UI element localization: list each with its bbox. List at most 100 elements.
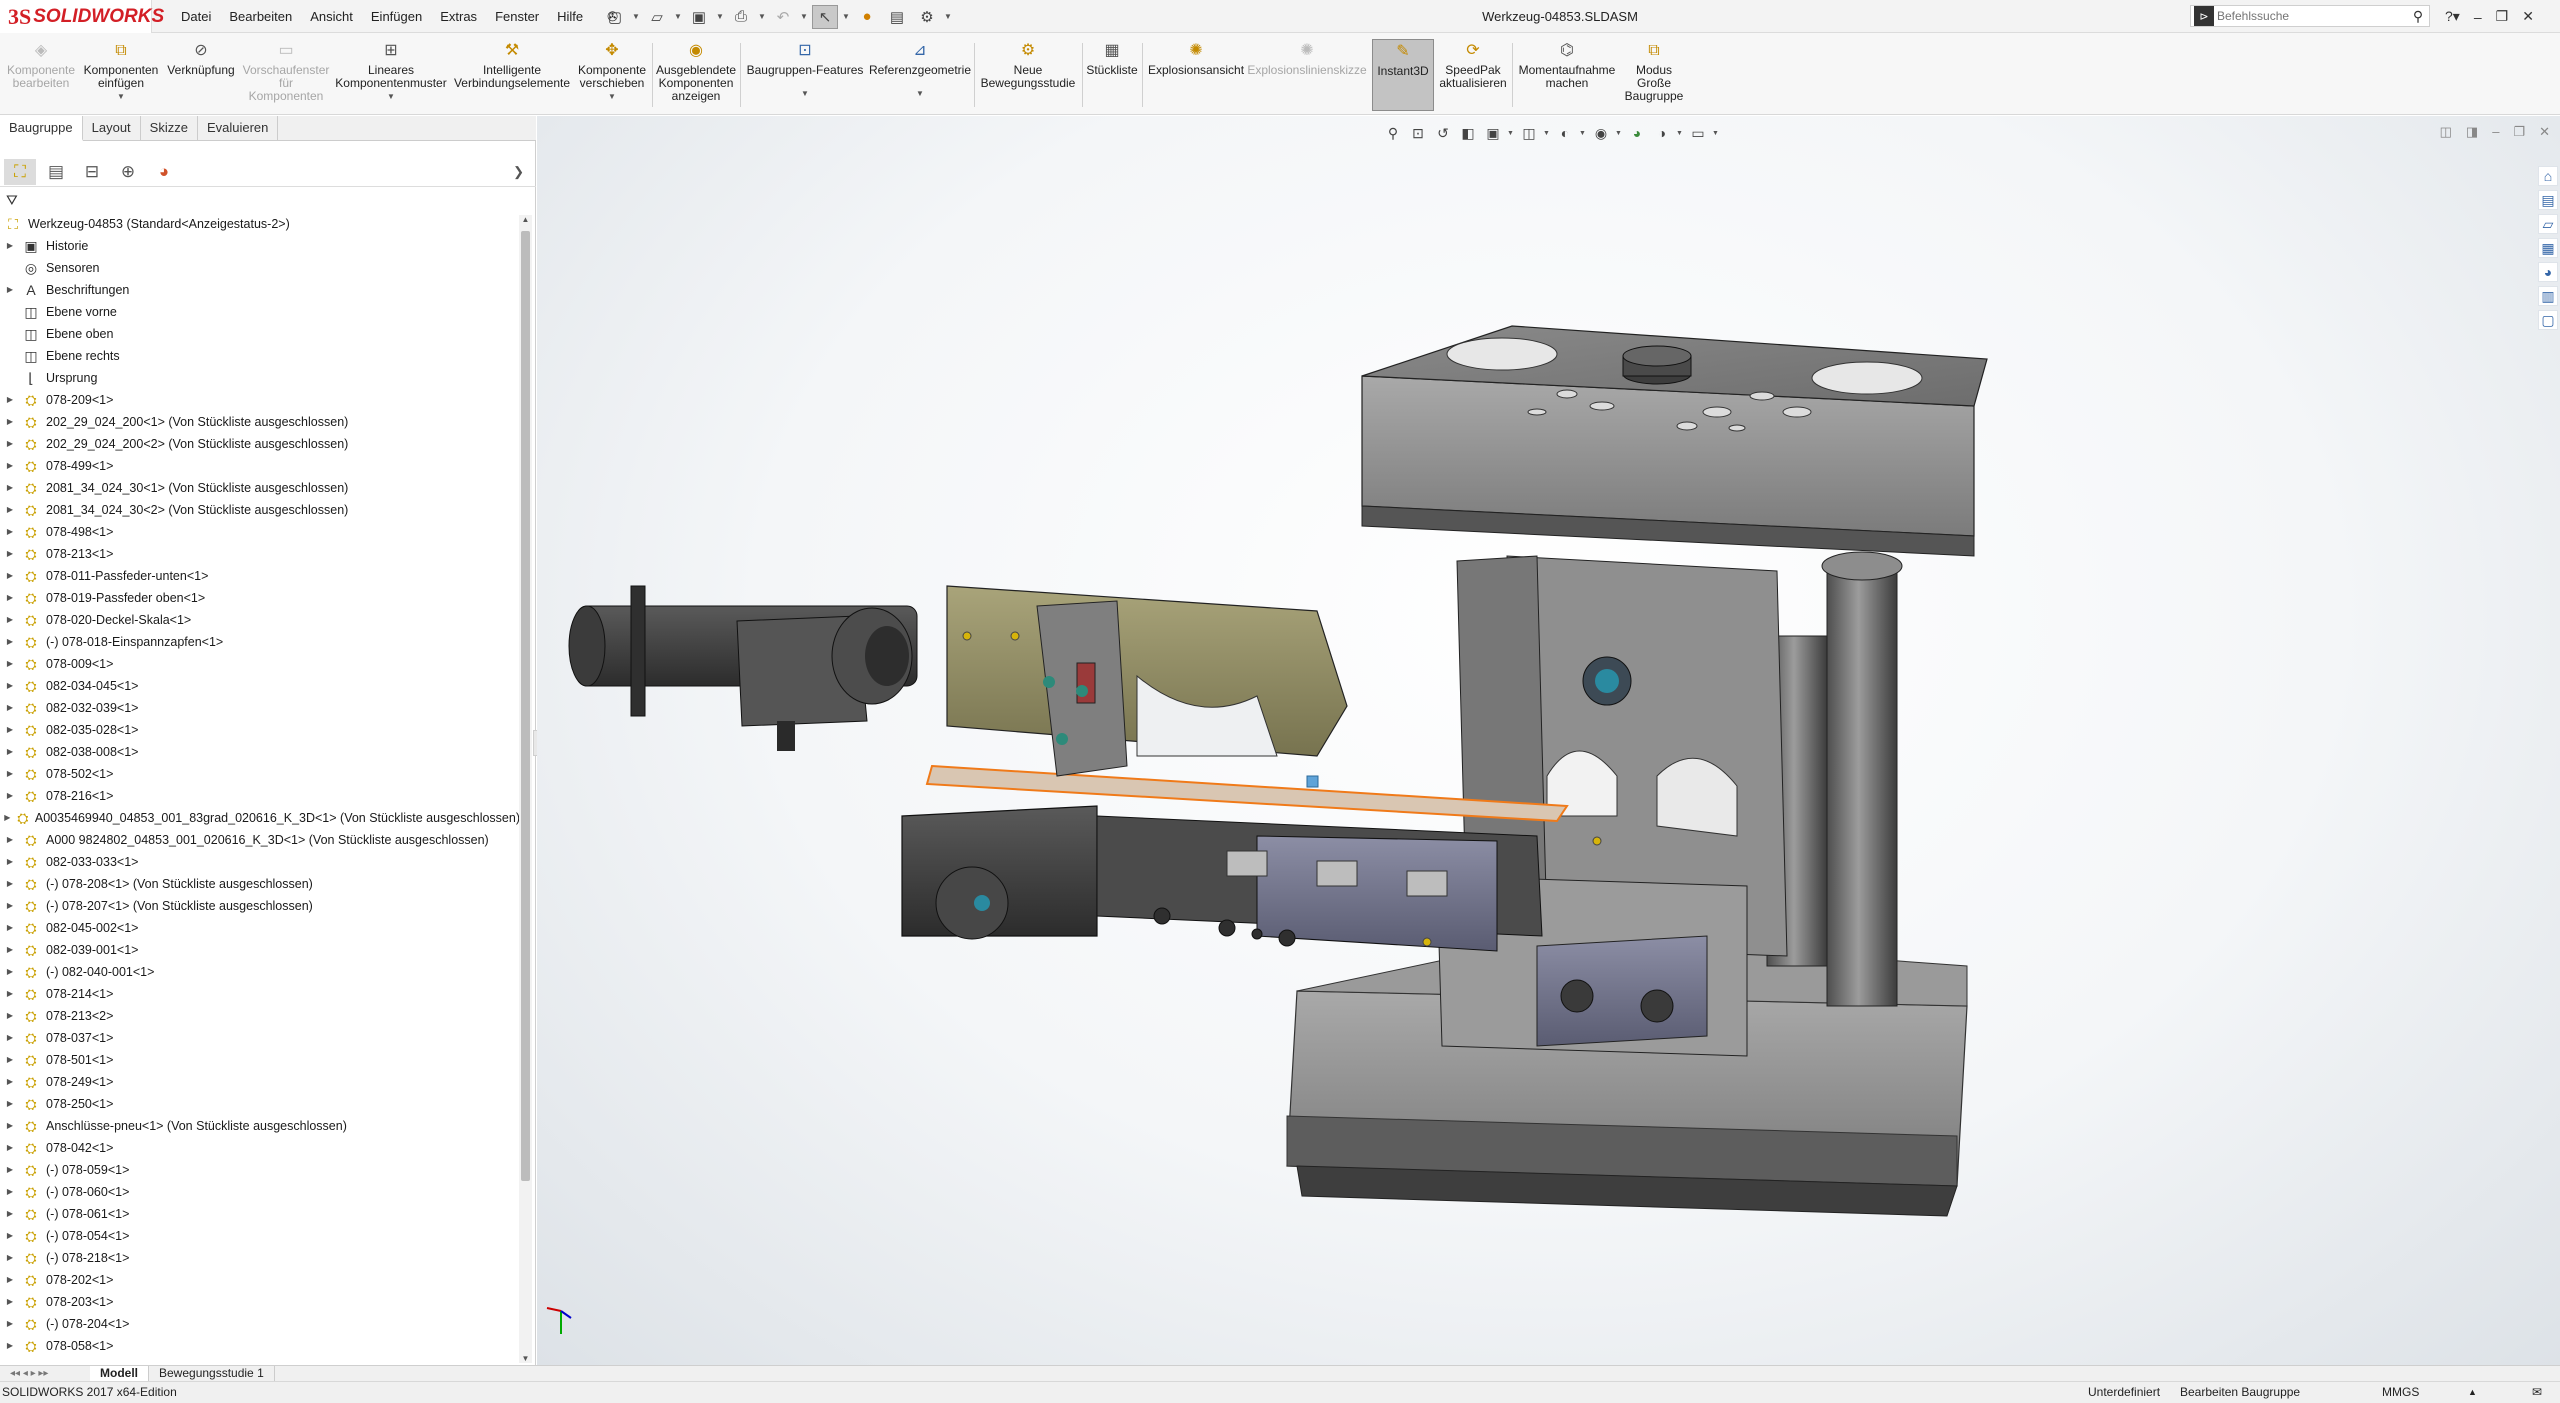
tree-item[interactable]: ▶ ⛭ 078-501<1>	[0, 1049, 520, 1071]
options-dropdown-icon[interactable]: ▼	[944, 12, 952, 21]
linear-pattern-button[interactable]: ⊞ Lineares Komponentenmuster ▼	[334, 39, 448, 111]
tab-skizze[interactable]: Skizze	[141, 116, 198, 141]
expand-arrow-icon[interactable]: ▶	[0, 1027, 20, 1049]
exploded-view-button[interactable]: ✺ Explosionsansicht	[1146, 39, 1246, 111]
tree-item[interactable]: ▶ ⛭ 078-009<1>	[0, 653, 520, 675]
print-dropdown-icon[interactable]: ▼	[758, 12, 766, 21]
assembly-features-dropdown-icon[interactable]: ▼	[801, 87, 809, 100]
units-dropdown-icon[interactable]: ▲	[2468, 1382, 2477, 1403]
tree-item[interactable]: ⌊ Ursprung	[0, 367, 520, 389]
view-palette-icon[interactable]: ▦	[2538, 238, 2558, 258]
tree-item[interactable]: ▶ ⛭ 078-213<2>	[0, 1005, 520, 1027]
expand-arrow-icon[interactable]: ▶	[0, 1093, 20, 1115]
select-dropdown-icon[interactable]: ▼	[842, 12, 850, 21]
linear-pattern-dropdown-icon[interactable]: ▼	[387, 90, 395, 103]
expand-arrow-icon[interactable]: ▶	[0, 961, 20, 983]
expand-arrow-icon[interactable]: ▶	[0, 653, 20, 675]
scroll-up-icon[interactable]: ▲	[519, 215, 532, 224]
expand-arrow-icon[interactable]: ▶	[0, 587, 20, 609]
unit-system[interactable]: MMGS	[2382, 1382, 2419, 1403]
explode-line-sketch-button[interactable]: ✺ Explosionslinienskizze	[1247, 39, 1366, 111]
configuration-manager-icon[interactable]: ⊟	[76, 159, 108, 185]
open-dropdown-icon[interactable]: ▼	[674, 12, 682, 21]
edit-component-button[interactable]: ◈ Komponente bearbeiten	[6, 39, 76, 111]
feature-manager-tree-icon[interactable]: ⛶	[4, 158, 36, 185]
expand-arrow-icon[interactable]: ▶	[0, 499, 20, 521]
tree-item[interactable]: ▶ ⛭ 078-209<1>	[0, 389, 520, 411]
expand-arrow-icon[interactable]: ▶	[0, 631, 20, 653]
assembly-features-button[interactable]: ⊡ Baugruppen-Features ▼	[744, 39, 866, 111]
traffic-light-icon[interactable]: ●	[854, 5, 880, 29]
expand-arrow-icon[interactable]: ▶	[0, 829, 20, 851]
tree-item[interactable]: ▶ ⛭ (-) 078-208<1> (Von Stückliste ausgesc…	[0, 873, 520, 895]
tree-item[interactable]: ▶ ⛭ (-) 082-040-001<1>	[0, 961, 520, 983]
expand-arrow-icon[interactable]: ▶	[0, 1137, 20, 1159]
expand-arrow-icon[interactable]: ▶	[0, 1203, 20, 1225]
options-gear-icon[interactable]: ⚙	[914, 5, 940, 29]
tree-item[interactable]: ▶ ▣ Historie	[0, 235, 520, 257]
tree-item[interactable]: ▶ ⛭ 078-058<1>	[0, 1335, 520, 1357]
print-icon[interactable]: ⎙	[728, 5, 754, 29]
tree-scrollbar[interactable]: ▲ ▼	[519, 215, 532, 1363]
tree-item[interactable]: ▶ ⛭ 082-034-045<1>	[0, 675, 520, 697]
expand-arrow-icon[interactable]: ▶	[0, 675, 20, 697]
tree-item[interactable]: ▶ ⛭ 078-216<1>	[0, 785, 520, 807]
expand-arrow-icon[interactable]: ▶	[0, 873, 20, 895]
dimxpert-icon[interactable]: ⊕	[112, 159, 144, 185]
mate-button[interactable]: ⊘ Verknüpfung	[164, 39, 238, 111]
tree-item[interactable]: ▶ ⛭ (-) 078-018-Einspannzapfen<1>	[0, 631, 520, 653]
tree-item[interactable]: ▶ ⛭ (-) 078-059<1>	[0, 1159, 520, 1181]
menu-einfuegen[interactable]: Einfügen	[362, 9, 431, 24]
display-manager-icon[interactable]: ◕	[148, 159, 180, 185]
expand-arrow-icon[interactable]: ▶	[0, 609, 20, 631]
large-assembly-mode-button[interactable]: ⧉ Modus Große Baugruppe	[1620, 39, 1688, 111]
status-message-icon[interactable]: ✉	[2532, 1382, 2542, 1403]
tree-item[interactable]: ▶ ⛭ 2081_34_024_30<1> (Von Stückliste ausg…	[0, 477, 520, 499]
reference-geometry-dropdown-icon[interactable]: ▼	[916, 87, 924, 100]
tree-item[interactable]: ◎ Sensoren	[0, 257, 520, 279]
expand-arrow-icon[interactable]: ▶	[0, 741, 20, 763]
tab-modell[interactable]: Modell	[90, 1365, 149, 1382]
tree-item[interactable]: ▶ ⛭ 082-045-002<1>	[0, 917, 520, 939]
solidworks-logo[interactable]: 3S SOLIDWORKS	[0, 0, 164, 33]
tree-item[interactable]: ▶ ⛭ Anschlüsse-pneu<1> (Von Stückliste aus…	[0, 1115, 520, 1137]
expand-arrow-icon[interactable]: ▶	[0, 807, 15, 829]
tree-item[interactable]: ▶ ⛭ (-) 078-207<1> (Von Stückliste ausgesc…	[0, 895, 520, 917]
menu-datei[interactable]: Datei	[172, 9, 220, 24]
tree-item[interactable]: ▶ ⛭ A0035469940_04853_001_83grad_020616_K_…	[0, 807, 520, 829]
menu-fenster[interactable]: Fenster	[486, 9, 548, 24]
expand-arrow-icon[interactable]: ▶	[0, 917, 20, 939]
help-icon[interactable]: ?▾	[2445, 8, 2460, 25]
property-manager-icon[interactable]: ▤	[40, 159, 72, 185]
expand-arrow-icon[interactable]: ▶	[0, 763, 20, 785]
tree-item[interactable]: ▶ ⛭ (-) 078-060<1>	[0, 1181, 520, 1203]
tree-item[interactable]: ▶ ⛭ A000 9824802_04853_001_020616_K_3D<1> …	[0, 829, 520, 851]
new-document-icon[interactable]: ▢	[602, 5, 628, 29]
tree-item[interactable]: ▶ ⛭ 2081_34_024_30<2> (Von Stückliste ausg…	[0, 499, 520, 521]
menu-ansicht[interactable]: Ansicht	[301, 9, 362, 24]
filter-funnel-icon[interactable]: ⛛	[6, 192, 18, 209]
solidworks-resources-icon[interactable]: ⌂	[2538, 166, 2558, 186]
tree-item[interactable]: ▶ ⛭ 078-214<1>	[0, 983, 520, 1005]
custom-properties-icon[interactable]: ▥	[2538, 286, 2558, 306]
undo-dropdown-icon[interactable]: ▼	[800, 12, 808, 21]
expand-arrow-icon[interactable]: ▶	[0, 1005, 20, 1027]
tree-item[interactable]: ▶ ⛭ 078-203<1>	[0, 1291, 520, 1313]
expand-arrow-icon[interactable]: ▶	[0, 983, 20, 1005]
design-library-icon[interactable]: ▤	[2538, 190, 2558, 210]
assembly-model-render[interactable]	[537, 116, 2537, 1365]
speedpak-button[interactable]: ⟳ SpeedPak aktualisieren	[1436, 39, 1510, 111]
scroll-thumb[interactable]	[521, 231, 530, 1181]
expand-arrow-icon[interactable]: ▶	[0, 1181, 20, 1203]
tree-item[interactable]: ▶ ⛭ 078-202<1>	[0, 1269, 520, 1291]
tab-baugruppe[interactable]: Baugruppe	[0, 116, 83, 141]
expand-arrow-icon[interactable]: ▶	[0, 939, 20, 961]
forum-icon[interactable]: ▢	[2538, 310, 2558, 330]
tree-item[interactable]: ▶ ⛭ 082-033-033<1>	[0, 851, 520, 873]
expand-arrow-icon[interactable]: ▶	[0, 851, 20, 873]
tree-item[interactable]: ▶ ⛭ 078-020-Deckel-Skala<1>	[0, 609, 520, 631]
smart-fasteners-button[interactable]: ⚒ Intelligente Verbindungselemente	[450, 39, 574, 111]
tree-item[interactable]: ▶ ⛭ 078-011-Passfeder-unten<1>	[0, 565, 520, 587]
expand-arrow-icon[interactable]: ▶	[0, 785, 20, 807]
tree-item[interactable]: ▶ ⛭ 078-502<1>	[0, 763, 520, 785]
